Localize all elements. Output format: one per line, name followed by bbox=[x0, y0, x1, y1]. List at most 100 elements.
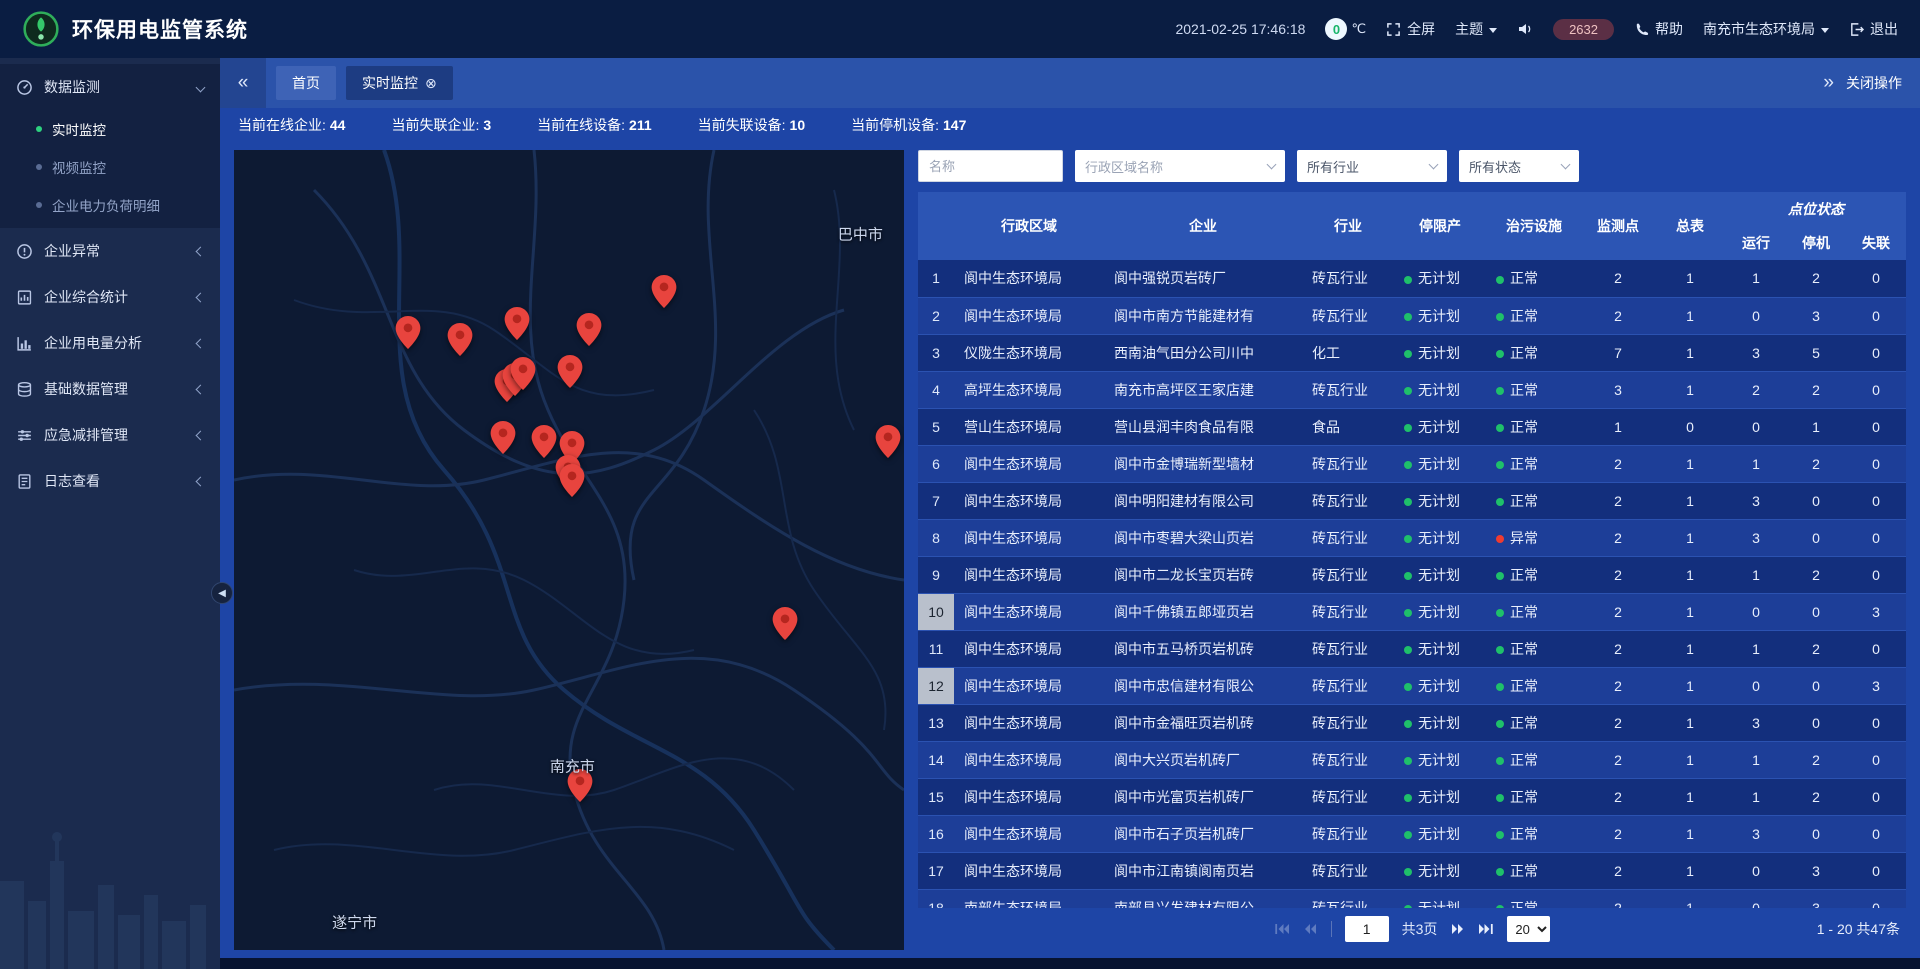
chevron-icon bbox=[196, 430, 206, 440]
sound-button[interactable] bbox=[1517, 21, 1533, 37]
table-row[interactable]: 8阆中生态环境局阆中市枣碧大梁山页岩砖瓦行业无计划异常21300 bbox=[918, 519, 1906, 556]
page-number-input[interactable] bbox=[1345, 916, 1389, 942]
column-header-company: 企业 bbox=[1104, 192, 1302, 260]
table-row[interactable]: 17阆中生态环境局阆中市江南镇阆南页岩砖瓦行业无计划正常21030 bbox=[918, 852, 1906, 889]
status-dot bbox=[1404, 646, 1412, 654]
sidebar: 数据监测实时监控视频监控企业电力负荷明细企业异常企业综合统计企业用电量分析基础数… bbox=[0, 58, 220, 969]
sidebar-group[interactable]: 基础数据管理 bbox=[0, 366, 220, 412]
map-pin[interactable] bbox=[875, 425, 900, 458]
tabs-scroll-left-button[interactable]: « bbox=[220, 58, 266, 108]
close-operations-button[interactable]: 关闭操作 bbox=[1846, 73, 1902, 93]
company-table: 行政区域 企业 行业 停限产 治污设施 监测点 总表 点位状态 bbox=[918, 192, 1906, 908]
last-page-button[interactable] bbox=[1478, 923, 1494, 935]
map-pins: 巴中市南充市遂宁市 bbox=[234, 150, 904, 950]
table-row[interactable]: 18南部生态环境局南部县兴发建材有限公砖瓦行业无计划正常21030 bbox=[918, 889, 1906, 908]
sidebar-group[interactable]: 日志查看 bbox=[0, 458, 220, 504]
table-row[interactable]: 2阆中生态环境局阆中市南方节能建材有砖瓦行业无计划正常21030 bbox=[918, 297, 1906, 334]
gauge-icon bbox=[16, 78, 34, 96]
tab-list: 首页实时监控⊗ bbox=[266, 66, 453, 100]
tab[interactable]: 首页 bbox=[276, 66, 336, 100]
first-page-button[interactable] bbox=[1274, 923, 1290, 935]
table-row[interactable]: 6阆中生态环境局阆中市金博瑞新型墙材砖瓦行业无计划正常21120 bbox=[918, 445, 1906, 482]
tab-bar: « 首页实时监控⊗ » 关闭操作 bbox=[220, 58, 1920, 108]
table-row[interactable]: 4高坪生态环境局南充市高坪区王家店建砖瓦行业无计划正常31220 bbox=[918, 371, 1906, 408]
next-page-button[interactable] bbox=[1450, 923, 1465, 935]
table-row[interactable]: 14阆中生态环境局阆中大兴页岩机砖厂砖瓦行业无计划正常21120 bbox=[918, 741, 1906, 778]
industry-filter-select[interactable]: 所有行业 bbox=[1297, 150, 1447, 182]
sidebar-group[interactable]: 企业用电量分析 bbox=[0, 320, 220, 366]
main-area: « 首页实时监控⊗ » 关闭操作 当前在线企业:44当前失联企业:3当前在线设备… bbox=[220, 58, 1920, 969]
column-header-index bbox=[918, 192, 954, 260]
help-button[interactable]: 帮助 bbox=[1634, 19, 1683, 39]
status-dot bbox=[1496, 313, 1504, 321]
sidebar-item[interactable]: 实时监控 bbox=[0, 110, 220, 148]
sliders-icon bbox=[16, 426, 34, 444]
org-dropdown[interactable]: 南充市生态环境局 bbox=[1703, 19, 1829, 39]
map-pin[interactable] bbox=[560, 464, 585, 497]
sidebar-group-label: 基础数据管理 bbox=[44, 379, 128, 399]
fullscreen-button[interactable]: 全屏 bbox=[1386, 19, 1435, 39]
table-row[interactable]: 3仪陇生态环境局西南油气田分公司川中化工无计划正常71350 bbox=[918, 334, 1906, 371]
table-row[interactable]: 12阆中生态环境局阆中市忠信建材有限公砖瓦行业无计划正常21003 bbox=[918, 667, 1906, 704]
map-pin[interactable] bbox=[504, 307, 529, 340]
table-row[interactable]: 10阆中生态环境局阆中千佛镇五郎垭页岩砖瓦行业无计划正常21003 bbox=[918, 593, 1906, 630]
theme-dropdown[interactable]: 主题 bbox=[1455, 19, 1497, 39]
pagination-bar: 共3页 20 1 - 20 共47条 bbox=[918, 908, 1906, 950]
map-pin[interactable] bbox=[491, 421, 516, 454]
map-pin[interactable] bbox=[510, 357, 535, 390]
table-row[interactable]: 16阆中生态环境局阆中市石子页岩机砖厂砖瓦行业无计划正常21300 bbox=[918, 815, 1906, 852]
sidebar-group[interactable]: 应急减排管理 bbox=[0, 412, 220, 458]
sidebar-group[interactable]: 企业综合统计 bbox=[0, 274, 220, 320]
chevron-down-icon bbox=[1561, 159, 1571, 169]
column-header-stopped: 停机 bbox=[1786, 226, 1846, 260]
region-filter-select[interactable]: 行政区域名称 bbox=[1075, 150, 1285, 182]
city-skyline-decoration bbox=[0, 819, 220, 969]
app-logo-icon bbox=[22, 10, 60, 48]
table-row[interactable]: 9阆中生态环境局阆中市二龙长宝页岩砖砖瓦行业无计划正常21120 bbox=[918, 556, 1906, 593]
map-pin[interactable] bbox=[557, 355, 582, 388]
stat-item: 当前停机设备:147 bbox=[851, 115, 966, 135]
stats-icon bbox=[16, 288, 34, 306]
sidebar-group[interactable]: 数据监测 bbox=[0, 64, 220, 110]
logout-button[interactable]: 退出 bbox=[1849, 19, 1898, 39]
prev-page-button[interactable] bbox=[1303, 923, 1318, 935]
sidebar-group[interactable]: 企业异常 bbox=[0, 228, 220, 274]
name-filter-input[interactable] bbox=[918, 150, 1063, 182]
map[interactable]: 巴中市南充市遂宁市 bbox=[234, 150, 904, 950]
map-pin[interactable] bbox=[532, 425, 557, 458]
table-row[interactable]: 7阆中生态环境局阆中明阳建材有限公司砖瓦行业无计划正常21300 bbox=[918, 482, 1906, 519]
bullet-icon bbox=[36, 126, 42, 132]
status-dot bbox=[1404, 757, 1412, 765]
status-dot bbox=[1496, 757, 1504, 765]
sidebar-item[interactable]: 企业电力负荷明细 bbox=[0, 186, 220, 224]
map-pin[interactable] bbox=[396, 316, 421, 349]
status-dot bbox=[1404, 424, 1412, 432]
map-pin[interactable] bbox=[448, 323, 473, 356]
close-tab-icon[interactable]: ⊗ bbox=[425, 75, 437, 92]
table-row[interactable]: 1阆中生态环境局阆中强锐页岩砖厂砖瓦行业无计划正常21120 bbox=[918, 260, 1906, 297]
map-pin[interactable] bbox=[773, 607, 798, 640]
page-size-select[interactable]: 20 bbox=[1507, 916, 1550, 942]
tabs-scroll-right-button[interactable]: » bbox=[1823, 72, 1834, 94]
sidebar-item[interactable]: 视频监控 bbox=[0, 148, 220, 186]
table-row[interactable]: 15阆中生态环境局阆中市光富页岩机砖厂砖瓦行业无计划正常21120 bbox=[918, 778, 1906, 815]
map-pin[interactable] bbox=[652, 275, 677, 308]
table-row[interactable]: 5营山生态环境局营山县润丰肉食品有限食品无计划正常10010 bbox=[918, 408, 1906, 445]
column-header-point-status: 点位状态 bbox=[1726, 192, 1906, 226]
tab[interactable]: 实时监控⊗ bbox=[346, 66, 453, 100]
notification-count-badge[interactable]: 2632 bbox=[1553, 19, 1614, 40]
status-dot bbox=[1496, 535, 1504, 543]
table-row[interactable]: 13阆中生态环境局阆中市金福旺页岩机砖砖瓦行业无计划正常21300 bbox=[918, 704, 1906, 741]
app-header: 环保用电监管系统 2021-02-25 17:46:18 0 ℃ 全屏 主题 2… bbox=[0, 0, 1920, 58]
status-dot bbox=[1496, 461, 1504, 469]
status-filter-select[interactable]: 所有状态 bbox=[1459, 150, 1579, 182]
status-dot bbox=[1404, 609, 1412, 617]
map-pin[interactable] bbox=[577, 313, 602, 346]
sidebar-group-label: 日志查看 bbox=[44, 471, 100, 491]
stat-item: 当前失联企业:3 bbox=[391, 115, 491, 135]
column-header-industry: 行业 bbox=[1302, 192, 1394, 260]
alert-icon bbox=[16, 242, 34, 260]
map-collapse-button[interactable]: ◀ bbox=[211, 582, 233, 604]
filter-bar: 行政区域名称 所有行业 所有状态 bbox=[918, 150, 1906, 182]
table-row[interactable]: 11阆中生态环境局阆中市五马桥页岩机砖砖瓦行业无计划正常21120 bbox=[918, 630, 1906, 667]
